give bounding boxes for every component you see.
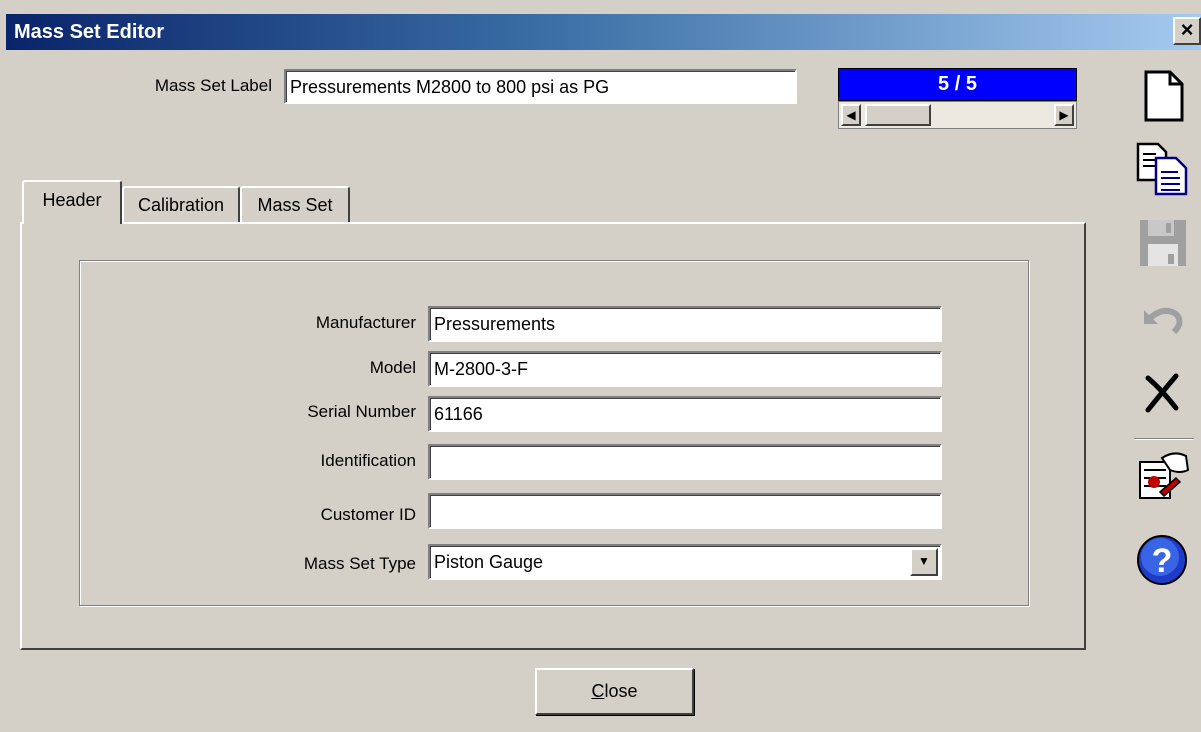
model-label: Model — [369, 358, 416, 377]
title-bar[interactable]: Mass Set Editor × — [6, 14, 1201, 50]
undo-icon[interactable] — [1134, 292, 1190, 348]
customer-id-label: Customer ID — [320, 505, 416, 524]
identification-input[interactable] — [428, 444, 942, 480]
svg-text:?: ? — [1152, 542, 1173, 580]
close-button[interactable]: Close — [535, 668, 694, 715]
window-title: Mass Set Editor — [14, 21, 165, 43]
delete-x-icon[interactable] — [1134, 364, 1190, 420]
manufacturer-input[interactable]: Pressurements — [428, 306, 942, 342]
customer-id-input[interactable] — [428, 493, 942, 529]
tab-calibration[interactable]: Calibration — [122, 186, 240, 224]
copy-document-icon[interactable] — [1134, 140, 1190, 196]
close-button-label: lose — [604, 681, 638, 701]
help-icon[interactable]: ? — [1134, 532, 1190, 588]
dropdown-arrow-icon[interactable]: ▼ — [910, 548, 938, 576]
serial-number-label: Serial Number — [307, 402, 416, 421]
mass-set-type-value: Piston Gauge — [434, 552, 544, 572]
mass-set-label-input[interactable]: Pressurements M2800 to 800 psi as PG — [284, 69, 797, 104]
tab-header[interactable]: Header — [22, 180, 122, 224]
model-input[interactable]: M-2800-3-F — [428, 351, 942, 387]
tab-mass-set[interactable]: Mass Set — [240, 186, 350, 224]
tab-calibration-label: Calibration — [137, 195, 225, 215]
mass-set-type-label: Mass Set Type — [303, 554, 416, 573]
header-tab-panel — [20, 222, 1086, 650]
scroll-left-button[interactable]: ◀ — [841, 104, 861, 126]
mass-set-type-select[interactable]: Piston Gauge ▼ — [428, 544, 942, 580]
new-document-icon[interactable] — [1134, 68, 1190, 124]
mass-set-editor-window: Mass Set Editor × Mass Set Label Pressur… — [0, 0, 1201, 732]
record-scrollbar[interactable]: ◀ ▶ — [838, 101, 1077, 129]
edit-hand-icon[interactable] — [1134, 448, 1190, 504]
toolbar-separator — [1134, 438, 1194, 440]
scroll-right-button[interactable]: ▶ — [1054, 104, 1074, 126]
record-counter: 5 / 5 — [838, 68, 1077, 101]
manufacturer-label: Manufacturer — [315, 313, 416, 332]
close-button-accel: C — [591, 681, 605, 701]
tab-mass-set-label: Mass Set — [257, 195, 333, 215]
scroll-thumb[interactable] — [865, 104, 931, 126]
window-close-button[interactable]: × — [1173, 17, 1201, 45]
tab-header-label: Header — [42, 190, 102, 210]
identification-label: Identification — [320, 451, 416, 470]
serial-number-input[interactable]: 61166 — [428, 396, 942, 432]
save-disk-icon[interactable] — [1134, 214, 1190, 270]
mass-set-label-caption: Mass Set Label — [154, 76, 272, 95]
